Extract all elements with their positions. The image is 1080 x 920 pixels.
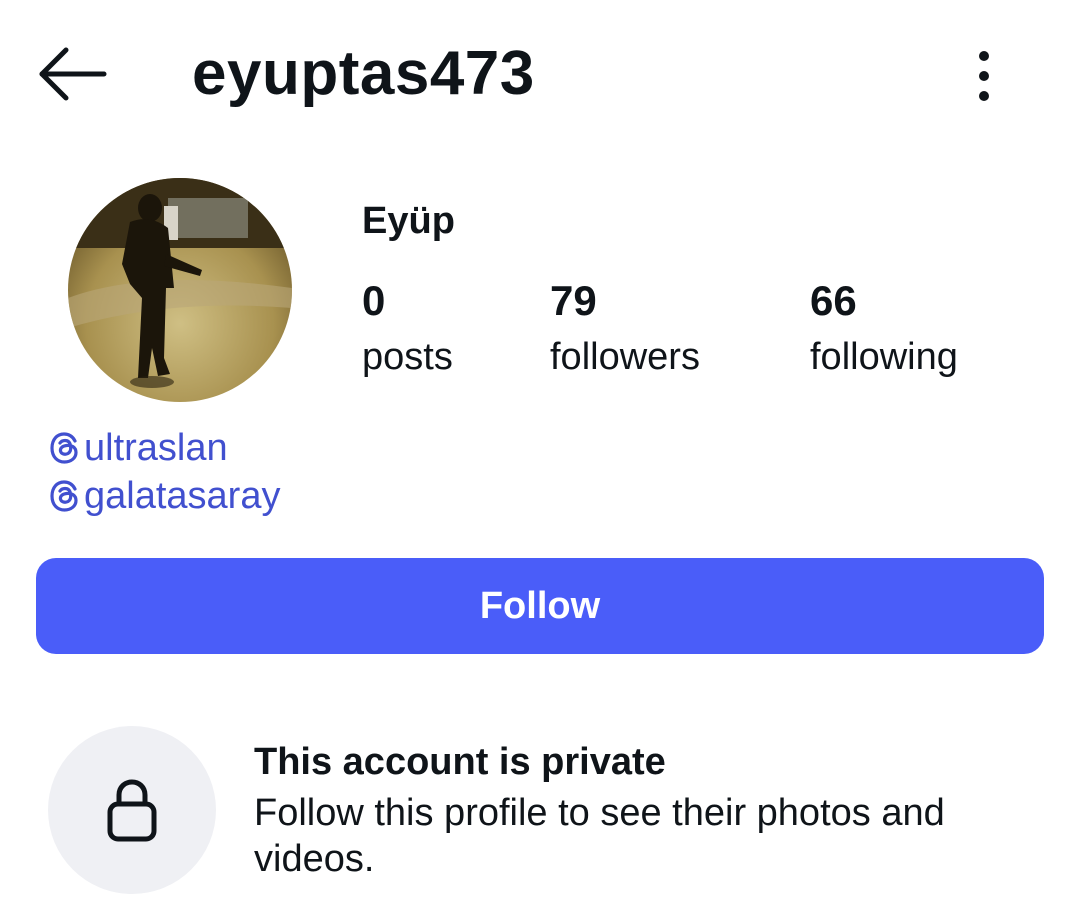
stat-value: 79 (550, 277, 597, 324)
threads-handle: ultraslan (84, 427, 228, 469)
private-account-title: This account is private (254, 741, 666, 783)
stat-label: posts (362, 336, 453, 378)
threads-handle: galatasaray (84, 475, 281, 517)
back-button[interactable] (36, 44, 108, 104)
display-name: Eyüp (362, 200, 455, 242)
lock-icon (107, 779, 157, 842)
threads-link-galatasaray[interactable]: galatasaray (48, 472, 280, 520)
arrow-left-icon (39, 47, 107, 101)
stat-value: 66 (810, 277, 857, 324)
threads-link-ultraslan[interactable]: ultraslan (48, 424, 228, 472)
more-vertical-icon (979, 51, 989, 101)
profile-photo (68, 178, 292, 402)
follow-button[interactable]: Follow (36, 558, 1044, 654)
avatar[interactable] (68, 178, 292, 402)
lock-badge (48, 726, 216, 894)
threads-icon (50, 480, 78, 512)
private-account-description: Follow this profile to see their photos … (254, 792, 945, 880)
threads-icon (50, 432, 78, 464)
stat-label: followers (550, 336, 700, 378)
stat-label: following (810, 336, 958, 378)
profile-page: eyuptas473 Eyüp 0 posts 79 followers 66 … (0, 0, 1080, 920)
stat-followers[interactable]: 79 followers (550, 276, 700, 382)
stat-value: 0 (362, 277, 386, 324)
more-options-button[interactable] (962, 44, 1006, 108)
stat-posts[interactable]: 0 posts (362, 276, 453, 382)
stat-following[interactable]: 66 following (810, 276, 958, 382)
profile-username: eyuptas473 (192, 39, 535, 108)
